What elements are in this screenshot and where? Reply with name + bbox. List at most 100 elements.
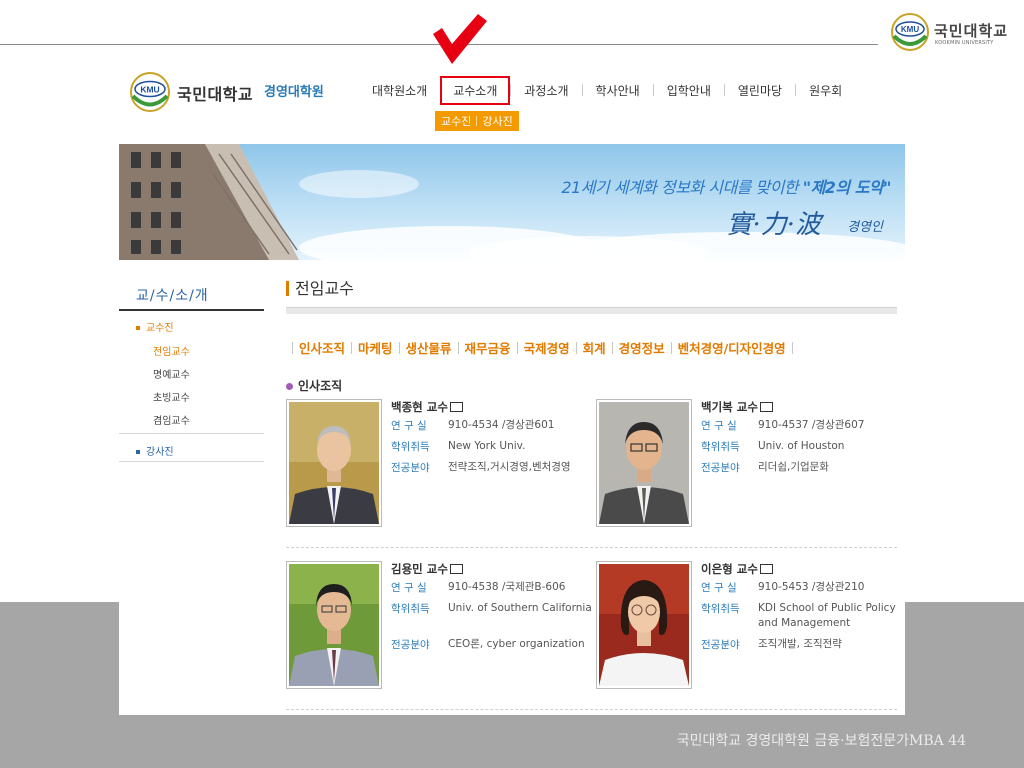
section-heading: 인사조직: [286, 377, 342, 394]
degree-value: Univ. of Southern California: [448, 602, 592, 614]
professor-name-text: 백기복 교수: [701, 400, 758, 414]
field-divider: [611, 341, 613, 354]
sidebar-item-adjunct[interactable]: 겸임교수: [153, 412, 190, 427]
subtab-divider: [476, 116, 478, 126]
field-value: CEO론, cyber organization: [448, 638, 585, 650]
sidebar-category-lecturers[interactable]: 강사진: [136, 443, 174, 458]
kmu-emblem-icon: KMU: [130, 72, 170, 112]
nav-academics[interactable]: 학사안내: [583, 82, 653, 99]
field-label: 전공분야: [391, 639, 430, 651]
degree-label: 학위취득: [391, 603, 430, 615]
field-divider: [516, 341, 518, 354]
office-value: 910-4538 /국제관B-606: [448, 581, 566, 593]
row-divider: [286, 709, 897, 710]
field-value: 전략조직,거시경영,벤처경영: [448, 461, 571, 473]
email-icon[interactable]: [449, 564, 463, 574]
title-marker: [286, 281, 289, 296]
sidebar-category2-label: 강사진: [146, 447, 174, 458]
banner-slogan-text: 21세기 세계화 정보화 시대를 맞이한: [561, 178, 803, 197]
field-label: 전공분야: [701, 462, 740, 474]
title-strip: [286, 307, 897, 314]
field-tab-international[interactable]: 국제경영: [524, 338, 570, 357]
sidebar-divider: [119, 433, 264, 434]
sidebar-item-visiting[interactable]: 초빙교수: [153, 389, 190, 404]
portrait-image: [599, 564, 689, 686]
professor-card: 김용민 교수 연 구 실 910-4538 /국제관B-606 학위취득 Univ.…: [286, 561, 592, 701]
email-icon[interactable]: [449, 402, 463, 412]
email-icon[interactable]: [759, 402, 773, 412]
nav-professors[interactable]: 교수소개: [440, 75, 511, 105]
field-tab-mis[interactable]: 경영정보: [619, 338, 665, 357]
sidebar-item-emeritus[interactable]: 명예교수: [153, 366, 190, 381]
university-emblem-icon: KMU: [891, 13, 929, 51]
professor-name-text: 김용민 교수: [391, 562, 448, 576]
office-label: 연 구 실: [391, 582, 427, 594]
nav-about-grad[interactable]: 대학원소개: [359, 82, 440, 99]
professor-name-text: 백종현 교수: [391, 400, 448, 414]
sidebar-divider: [119, 461, 264, 462]
site-logo-name: 국민대학교: [177, 85, 254, 104]
hero-banner: 21세기 세계화 정보화 시대를 맞이한 "제2의 도약" 實·力·波 경영인: [119, 144, 905, 260]
banner-slogan: 21세기 세계화 정보화 시대를 맞이한 "제2의 도약": [561, 174, 891, 198]
professor-photo[interactable]: [596, 561, 692, 689]
nav-programs[interactable]: 과정소개: [511, 82, 581, 99]
sidebar-category-faculty[interactable]: 교수진: [136, 319, 174, 334]
slide-footer: 국민대학교 경영대학원 금융·보험전문가MBA 44: [676, 733, 966, 749]
field-divider: [575, 341, 577, 354]
sidebar-category-label: 교수진: [146, 323, 174, 334]
slide-logo-name: 국민대학교: [934, 22, 1009, 40]
field-label: 전공분야: [701, 639, 740, 651]
slide-university-logo: KMU 국민대학교 KOOKMIN UNIVERSITY: [890, 12, 1020, 52]
portrait-image: [289, 402, 379, 524]
sidebar-item-fulltime[interactable]: 전임교수: [153, 343, 190, 358]
professor-name: 백종현 교수: [391, 399, 463, 415]
degree-value: New York Univ.: [448, 440, 526, 452]
professor-photo[interactable]: [596, 399, 692, 527]
degree-value: Univ. of Houston: [758, 440, 845, 452]
field-tab-venture-design[interactable]: 벤처경영/디자인경영: [678, 338, 786, 357]
field-tab-finance[interactable]: 재무금융: [465, 338, 511, 357]
professor-card: 백기복 교수 연 구 실 910-4537 /경상관607 학위취득 Univ. o…: [596, 399, 896, 539]
office-value: 910-4537 /경상관607: [758, 419, 865, 431]
degree-label: 학위취득: [391, 441, 430, 453]
field-divider: [292, 341, 293, 354]
slide-logo-abbr: KMU: [901, 25, 919, 34]
nav-student-council[interactable]: 원우회: [796, 82, 855, 99]
professor-name: 김용민 교수: [391, 561, 463, 577]
professor-name-text: 이은형 교수: [701, 562, 758, 576]
portrait-image: [599, 402, 689, 524]
field-tab-accounting[interactable]: 회계: [583, 338, 606, 357]
nav-community[interactable]: 열린마당: [725, 82, 795, 99]
section-heading-text: 인사조직: [298, 379, 343, 393]
office-label: 연 구 실: [701, 420, 737, 432]
red-checkmark-icon: [433, 14, 487, 64]
bullet-icon: [286, 383, 293, 390]
site-subtitle[interactable]: 경영대학원: [264, 81, 324, 100]
degree-label: 학위취득: [701, 603, 740, 615]
professor-photo[interactable]: [286, 399, 382, 527]
bullet-icon: [136, 326, 140, 330]
subtab-lecturers[interactable]: 강사진: [482, 113, 512, 129]
field-divider: [791, 341, 793, 354]
subtab-faculty[interactable]: 교수진: [441, 113, 471, 129]
office-label: 연 구 실: [391, 420, 427, 432]
banner-motto: 實·力·波: [726, 210, 821, 240]
page-title: 전임교수: [286, 275, 354, 299]
degree-label: 학위취득: [701, 441, 740, 453]
professor-card: 이은형 교수 연 구 실 910-5453 /경상관210 학위취득 KDI Sch…: [596, 561, 896, 701]
field-tab-hr[interactable]: 인사조직: [299, 338, 345, 357]
office-value: 910-4534 /경상관601: [448, 419, 555, 431]
sidebar-title-rule: [119, 309, 264, 311]
field-divider: [457, 341, 459, 354]
field-tab-marketing[interactable]: 마케팅: [358, 338, 393, 357]
website-screenshot: KMU 국민대학교 경영대학원 대학원소개 교수소개 과정소개 학사안내 입학안…: [119, 55, 905, 715]
professor-photo[interactable]: [286, 561, 382, 689]
field-value: 리더쉽,기업문화: [758, 461, 829, 473]
email-icon[interactable]: [759, 564, 773, 574]
field-divider: [398, 341, 400, 354]
global-nav: 대학원소개 교수소개 과정소개 학사안내 입학안내 열린마당 원우회: [359, 75, 855, 105]
field-tab-operations[interactable]: 생산물류: [406, 338, 452, 357]
professor-card: 백종현 교수 연 구 실 910-4534 /경상관601 학위취득 New Yor…: [286, 399, 586, 539]
nav-admissions[interactable]: 입학안내: [654, 82, 724, 99]
field-divider: [670, 341, 672, 354]
